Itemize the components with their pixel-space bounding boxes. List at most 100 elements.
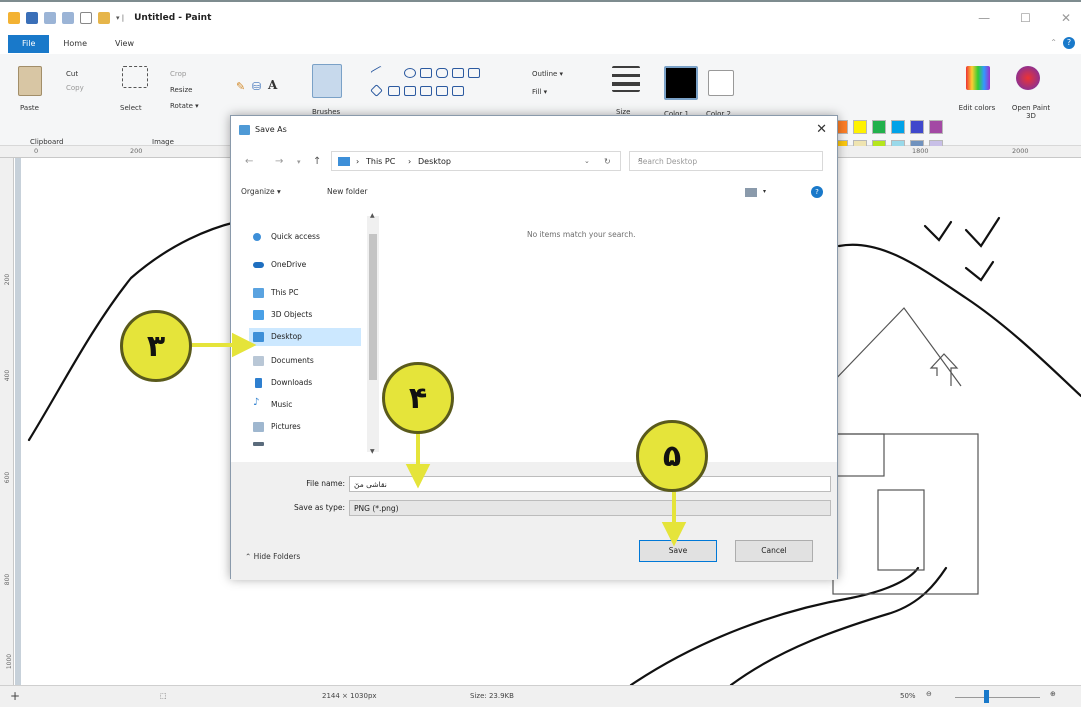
back-arrow-icon[interactable]: ← [245, 156, 253, 167]
zoom-in-icon[interactable]: ⊕ [1050, 690, 1056, 698]
polygon-shape-icon[interactable] [452, 68, 464, 78]
edit-colors-button[interactable]: Edit colors [958, 104, 996, 112]
new-file-icon[interactable] [80, 12, 92, 24]
dialog-help-icon[interactable]: ? [811, 186, 823, 198]
save-icon[interactable] [26, 12, 38, 24]
tab-view[interactable]: View [101, 35, 148, 53]
nav-desktop[interactable]: Desktop [249, 328, 361, 346]
nav-this-pc[interactable]: This PC [249, 284, 361, 302]
tab-file[interactable]: File [8, 35, 50, 53]
nav-pictures[interactable]: Pictures [249, 418, 361, 436]
dialog-close-button[interactable]: ✕ [816, 122, 827, 137]
outline-dropdown[interactable]: Outline ▾ [532, 70, 563, 78]
scroll-down-icon[interactable]: ▼ [370, 448, 375, 455]
pentagon-shape-icon[interactable] [388, 86, 400, 96]
help-icon[interactable]: ? [1063, 37, 1075, 49]
clipboard-group-label: Clipboard [30, 138, 64, 146]
oval-shape-icon[interactable] [404, 68, 416, 78]
rectangle-shape-icon[interactable] [420, 68, 432, 78]
nav-downloads[interactable]: Downloads [249, 374, 361, 392]
organize-button[interactable]: Organize ▾ [241, 187, 281, 196]
new-folder-button[interactable]: New folder [327, 187, 368, 196]
minimize-button[interactable]: — [978, 11, 990, 25]
nav-3d-objects[interactable]: 3D Objects [249, 306, 361, 324]
nav-quick-access[interactable]: Quick access [249, 228, 361, 246]
text-tool-icon[interactable]: A [268, 78, 277, 92]
open-folder-icon[interactable] [98, 12, 110, 24]
zoom-slider-thumb[interactable] [984, 690, 989, 703]
triangle-shape-icon[interactable] [468, 68, 480, 78]
cancel-button[interactable]: Cancel [735, 540, 813, 562]
color2-swatch[interactable] [708, 70, 734, 96]
fill-bucket-icon[interactable]: ⛁ [252, 80, 261, 93]
hide-folders-button[interactable]: ⌃ Hide Folders [245, 552, 300, 561]
open-paint3d-button[interactable]: Open Paint 3D [1010, 104, 1052, 120]
palette-swatch[interactable] [910, 120, 924, 134]
up-arrow-icon[interactable]: ↑ [313, 156, 321, 167]
undo-icon[interactable] [44, 12, 56, 24]
size-icon[interactable] [612, 66, 640, 92]
search-box[interactable]: Search Desktop ⌕ [629, 151, 823, 171]
arrow-left-shape-icon[interactable] [436, 86, 448, 96]
fill-dropdown[interactable]: Fill ▾ [532, 88, 547, 96]
save-type-select[interactable]: PNG (*.png) ⌄ [349, 500, 831, 516]
nav-music[interactable]: ♪ Music [249, 396, 361, 414]
refresh-icon[interactable]: ↻ [604, 157, 611, 166]
pencil-icon[interactable]: ✎ [236, 80, 245, 93]
palette-swatch[interactable] [853, 120, 867, 134]
select-button[interactable]: Select [120, 104, 142, 112]
hexagon-shape-icon[interactable] [404, 86, 416, 96]
file-name-field[interactable]: نقاشی من ⌄ [349, 476, 831, 492]
breadcrumb-this-pc[interactable]: This PC [366, 157, 395, 166]
customize-quick-access-icon[interactable]: ▾ | [116, 14, 124, 22]
rounded-rectangle-shape-icon[interactable] [436, 68, 448, 78]
brushes-icon[interactable] [312, 64, 342, 98]
nav-onedrive[interactable]: OneDrive [249, 256, 361, 274]
chimney [929, 353, 959, 386]
tab-home[interactable]: Home [49, 35, 101, 53]
color1-swatch[interactable] [664, 66, 698, 100]
crop-button[interactable]: Crop [170, 70, 186, 78]
nav-next-partial[interactable] [249, 440, 361, 448]
nav-documents[interactable]: Documents [249, 352, 361, 370]
close-button[interactable]: ✕ [1061, 11, 1071, 25]
paste-icon[interactable] [18, 66, 42, 96]
save-type-label: Save as type: [294, 503, 345, 512]
collapse-ribbon-icon[interactable]: ⌃ [1050, 38, 1057, 47]
zoom-slider-track[interactable] [955, 697, 1040, 698]
line-shape-icon[interactable] [370, 65, 386, 81]
edit-colors-icon[interactable] [966, 66, 990, 90]
title-bar: ▾ | Untitled - Paint — ☐ ✕ [0, 0, 1081, 34]
view-dropdown-icon[interactable]: ▾ [763, 188, 766, 195]
scroll-up-icon[interactable]: ▲ [370, 212, 375, 219]
save-button[interactable]: Save [639, 540, 717, 562]
forward-arrow-icon[interactable]: → [275, 156, 283, 167]
change-view-icon[interactable] [745, 188, 757, 197]
select-icon[interactable] [122, 66, 148, 88]
nav-label: OneDrive [271, 260, 307, 269]
resize-button[interactable]: Resize [170, 86, 192, 94]
address-dropdown-icon[interactable]: ⌄ [584, 157, 590, 165]
copy-button[interactable]: Copy [66, 84, 84, 92]
file-name-dropdown-icon[interactable]: ⌄ [354, 479, 826, 487]
nav-scrollbar-thumb[interactable] [369, 234, 377, 380]
status-bar: + ⬚ 2144 × 1030px Size: 23.9KB 50% ⊖ ⊕ [0, 685, 1081, 707]
save-type-dropdown-icon[interactable]: ⌄ [354, 503, 826, 511]
paint3d-icon[interactable] [1016, 66, 1040, 90]
palette-swatch[interactable] [872, 120, 886, 134]
palette-swatch[interactable] [929, 120, 943, 134]
cut-button[interactable]: Cut [66, 70, 78, 78]
recent-locations-icon[interactable]: ▾ [297, 158, 301, 166]
arrow-up-shape-icon[interactable] [452, 86, 464, 96]
rotate-button[interactable]: Rotate ▾ [170, 102, 199, 110]
zoom-out-icon[interactable]: ⊖ [926, 690, 932, 698]
step-callout-5: ۵ [636, 420, 708, 492]
palette-swatch[interactable] [891, 120, 905, 134]
maximize-button[interactable]: ☐ [1020, 11, 1031, 25]
breadcrumb-desktop[interactable]: Desktop [418, 157, 451, 166]
address-bar[interactable]: › This PC › Desktop ⌄ ↻ [331, 151, 621, 171]
redo-icon[interactable] [62, 12, 74, 24]
arrow-right-shape-icon[interactable] [420, 86, 432, 96]
diamond-shape-icon[interactable] [370, 84, 383, 97]
paste-button[interactable]: Paste [20, 104, 39, 112]
